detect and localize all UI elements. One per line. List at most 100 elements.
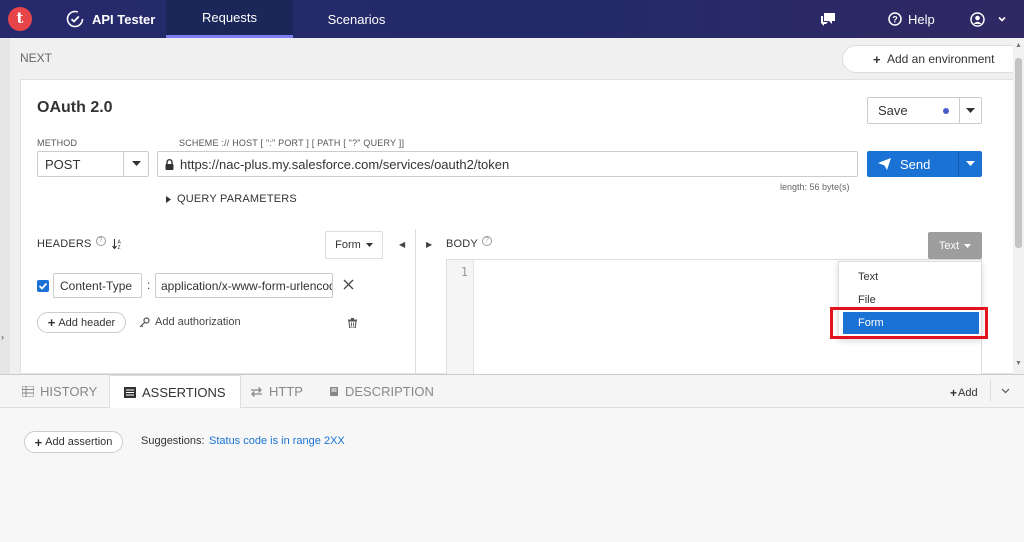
scroll-up-icon[interactable]: ▲	[1015, 42, 1022, 49]
add-authorization-label: Add authorization	[155, 316, 241, 328]
bottom-tab-bar: HISTORY ASSERTIONS HTTP DESCRIPTION	[0, 374, 1024, 409]
caret-down-icon	[131, 161, 141, 166]
plus-icon: +	[950, 386, 958, 400]
tab-requests[interactable]: Requests	[166, 0, 293, 38]
menu-item-text-label: Text	[858, 271, 879, 283]
paper-plane-icon	[878, 158, 891, 170]
panel-divider[interactable]	[415, 229, 416, 374]
caret-down-icon	[365, 243, 373, 247]
suggestions-label: Suggestions:	[141, 435, 205, 447]
query-parameters-toggle[interactable]: QUERY PARAMETERS	[166, 193, 297, 205]
tab-assertions[interactable]: ASSERTIONS	[109, 375, 241, 409]
caret-down-icon	[964, 243, 972, 248]
save-label: Save	[878, 103, 908, 118]
header-separator: :	[147, 278, 151, 292]
caret-right-icon	[166, 195, 171, 203]
tasks-icon	[124, 386, 136, 398]
headers-label: HEADERS	[37, 238, 92, 250]
chat-button[interactable]	[819, 0, 837, 38]
add-authorization-button[interactable]: Add authorization	[139, 316, 241, 328]
help-icon[interactable]: ?	[95, 236, 106, 246]
tab-scenarios-label: Scenarios	[327, 11, 386, 27]
app-logo[interactable]: t	[8, 7, 32, 31]
chat-icon	[821, 13, 835, 26]
menu-item-text[interactable]: Text	[839, 266, 983, 288]
line-number: 1	[460, 265, 468, 279]
send-label: Send	[900, 156, 931, 172]
tab-scenarios[interactable]: Scenarios	[293, 0, 420, 38]
add-assertion-button[interactable]: + Add assertion	[24, 431, 123, 453]
tab-http[interactable]: HTTP	[250, 375, 303, 408]
method-select[interactable]: POST	[37, 151, 149, 177]
tab-http-label: HTTP	[269, 384, 303, 399]
caret-down-icon	[966, 107, 976, 113]
help-label: Help	[908, 11, 935, 27]
panel-collapse-toggle[interactable]	[990, 380, 1020, 402]
exchange-icon	[251, 386, 262, 397]
query-parameters-label: QUERY PARAMETERS	[177, 193, 297, 205]
user-menu[interactable]	[970, 0, 1007, 38]
assertions-panel	[0, 408, 1024, 542]
user-circle-icon	[970, 11, 985, 27]
line-number-gutter: 1	[447, 260, 474, 374]
suggestion-link[interactable]: Status code is in range 2XX	[209, 435, 345, 447]
header-key-input[interactable]: Content-Type	[53, 273, 142, 298]
save-button[interactable]: Save	[868, 98, 959, 123]
list-icon	[22, 386, 34, 397]
body-type-dropdown[interactable]: Text	[928, 232, 982, 259]
scrollbar-thumb[interactable]	[1015, 58, 1022, 248]
header-value-input[interactable]: application/x-www-form-urlencoded	[155, 273, 333, 298]
request-title[interactable]: OAuth 2.0	[37, 99, 113, 117]
body-label: BODY	[446, 238, 478, 250]
help-button[interactable]: ? Help	[888, 0, 935, 38]
method-label: METHOD	[37, 138, 78, 148]
tab-requests-label: Requests	[202, 10, 257, 25]
question-circle-icon: ?	[888, 12, 902, 26]
save-dropdown-toggle[interactable]	[959, 98, 981, 123]
url-input[interactable]: https://nac-plus.my.salesforce.com/servi…	[157, 151, 858, 177]
add-tab-button[interactable]: + Add	[950, 386, 978, 400]
tab-assertions-label: ASSERTIONS	[142, 384, 226, 400]
tab-description[interactable]: DESCRIPTION	[329, 375, 434, 408]
send-button-group: Send	[867, 151, 982, 177]
help-icon[interactable]: ?	[481, 236, 492, 246]
chevron-down-icon	[1001, 388, 1010, 394]
send-button[interactable]: Send	[867, 151, 958, 177]
book-icon	[330, 387, 338, 396]
headers-section-label: HEADERS ? A Z	[37, 236, 124, 250]
plus-icon: +	[873, 51, 881, 67]
method-dropdown-toggle[interactable]	[123, 152, 148, 176]
sidebar-collapse-handle[interactable]: ›	[0, 38, 10, 374]
top-navigation-bar: t API Tester Requests Scenarios ? Help	[0, 0, 1024, 38]
svg-text:?: ?	[892, 15, 898, 25]
tab-history-label: HISTORY	[40, 384, 98, 399]
app-brand[interactable]: API Tester	[66, 0, 155, 38]
url-format-label: SCHEME :// HOST [ ":" PORT ] [ PATH [ "?…	[179, 138, 405, 148]
svg-text:Z: Z	[117, 245, 120, 250]
sort-alpha-icon[interactable]: A Z	[111, 238, 124, 250]
scroll-down-icon[interactable]: ▼	[1015, 360, 1022, 367]
plus-icon: +	[47, 315, 56, 330]
headers-mode-dropdown[interactable]: Form	[325, 231, 383, 259]
method-value: POST	[45, 156, 81, 172]
collapse-left-icon[interactable]: ◀	[399, 240, 405, 249]
close-icon[interactable]	[343, 279, 354, 290]
save-button-group: Save	[867, 97, 982, 124]
add-header-label: Add header	[58, 316, 116, 329]
tab-history[interactable]: HISTORY	[22, 375, 97, 408]
plus-icon: +	[34, 434, 43, 450]
body-section-label: BODY ?	[446, 236, 492, 250]
header-enabled-checkbox[interactable]	[37, 280, 49, 292]
main-scrollbar[interactable]: ▲ ▼	[1013, 38, 1024, 374]
menu-item-file-label: File	[858, 294, 876, 306]
section-label: NEXT	[20, 51, 53, 65]
add-environment-button[interactable]: + Add an environment	[842, 45, 1022, 73]
url-value: https://nac-plus.my.salesforce.com/servi…	[180, 156, 510, 172]
send-dropdown-toggle[interactable]	[958, 151, 982, 177]
expand-right-icon[interactable]: ▶	[426, 240, 432, 249]
header-value-text: application/x-www-form-urlencoded	[161, 278, 333, 293]
url-length: length: 56 byte(s)	[780, 182, 850, 192]
trash-icon[interactable]	[348, 318, 357, 328]
tab-description-label: DESCRIPTION	[345, 384, 434, 399]
add-header-button[interactable]: + Add header	[37, 312, 126, 333]
